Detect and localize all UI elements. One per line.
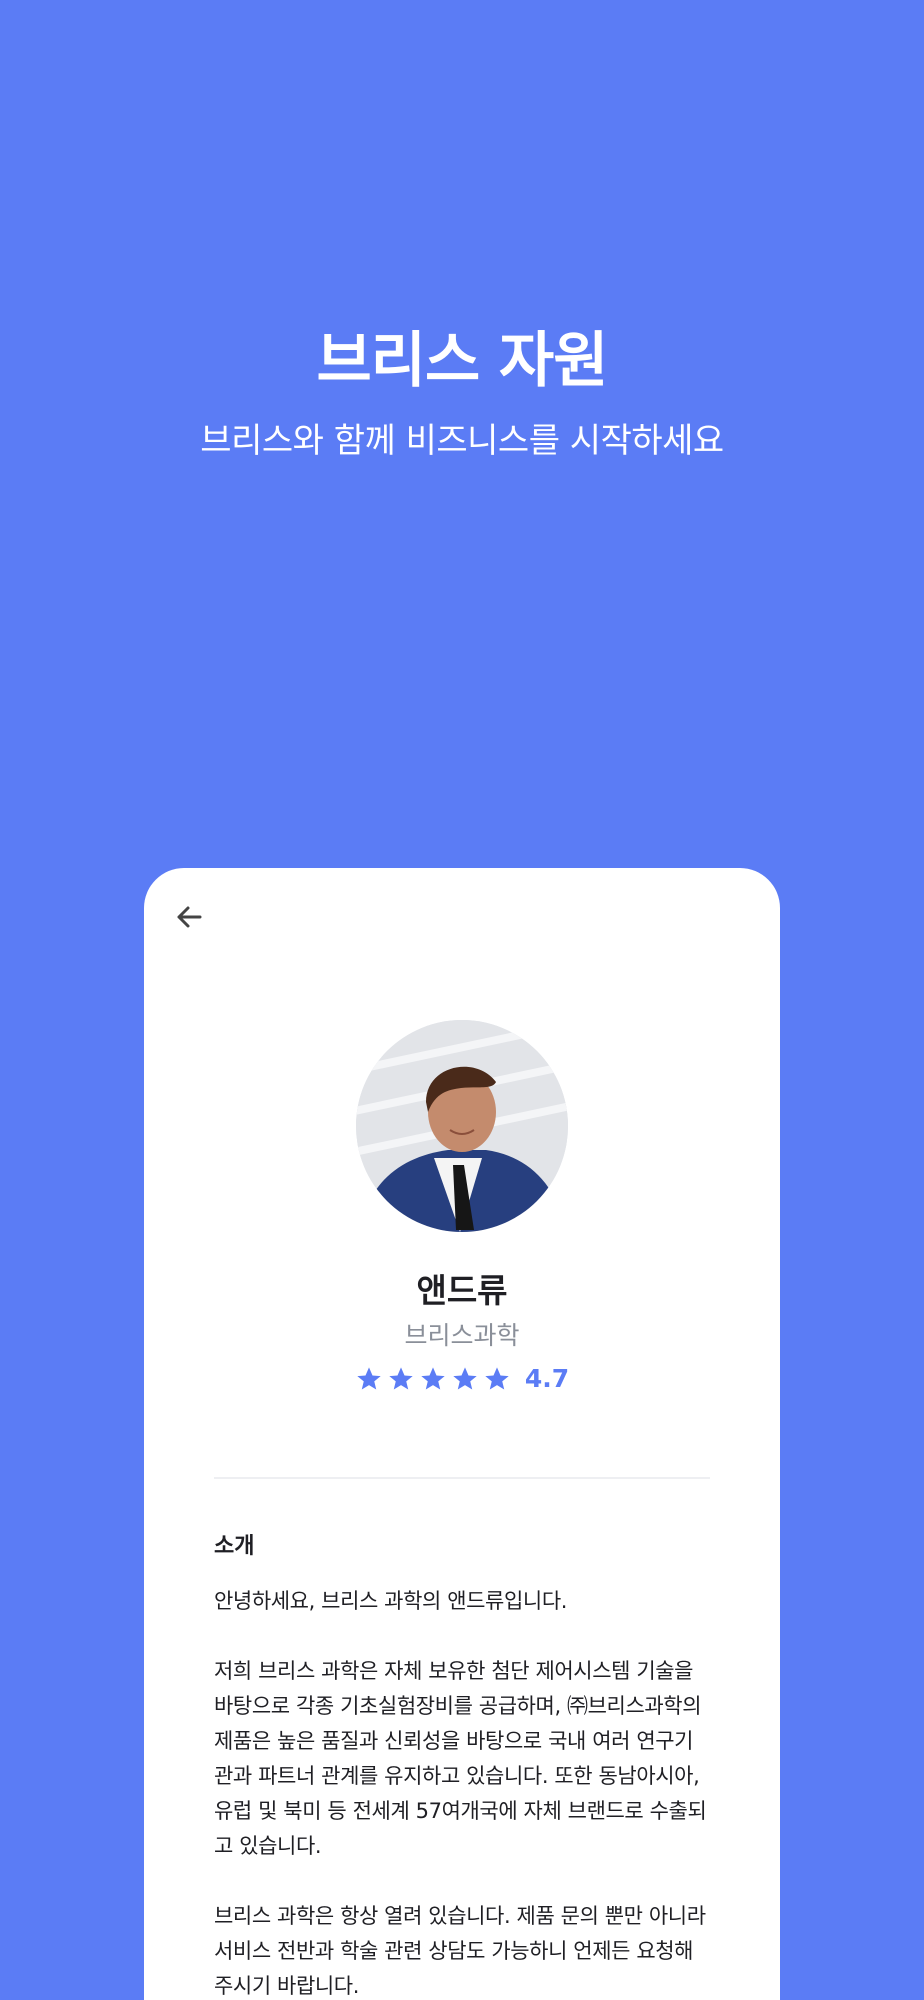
- hero-subtitle: 브리스와 함께 비즈니스를 시작하세요: [200, 421, 724, 461]
- profile-card: 앤드류 브리스과학 4.7 소개 안녕하세요, 브리스 과학의 앤드류입니다.: [144, 868, 780, 2000]
- intro-paragraph: 안녕하세요, 브리스 과학의 앤드류입니다.: [214, 1589, 568, 1613]
- arrow-left-icon: [177, 906, 202, 928]
- back-button[interactable]: [166, 894, 212, 940]
- rating-value: 4.7: [524, 1364, 570, 1393]
- app-showcase-page: 브리스 자원 브리스와 함께 비즈니스를 시작하세요 앤드류 브리스과학 4.7…: [0, 0, 924, 2000]
- divider: [214, 1477, 710, 1479]
- section-title-intro: 소개: [214, 1534, 255, 1559]
- star-icon: [453, 1366, 477, 1389]
- avatar: [356, 1020, 568, 1232]
- profile-name: 앤드류: [416, 1271, 508, 1310]
- star-icon: [485, 1366, 509, 1389]
- intro-paragraph: 브리스 과학은 항상 열려 있습니다. 제품 문의 뿐만 아니라 서비스 전반과…: [214, 1904, 706, 1998]
- hero-title: 브리스 자원: [316, 326, 609, 396]
- star-icon: [389, 1366, 413, 1389]
- intro-paragraph: 저희 브리스 과학은 자체 보유한 첨단 제어시스템 기술을 바탕으로 각종 기…: [214, 1659, 707, 1858]
- rating-row: 4.7: [144, 1364, 780, 1393]
- intro-text: 안녕하세요, 브리스 과학의 앤드류입니다. 저희 브리스 과학은 자체 보유한…: [214, 1584, 710, 2000]
- star-icon: [421, 1366, 445, 1389]
- profile-photo: [356, 1020, 568, 1232]
- star-icon: [357, 1366, 381, 1389]
- profile-company: 브리스과학: [404, 1321, 520, 1350]
